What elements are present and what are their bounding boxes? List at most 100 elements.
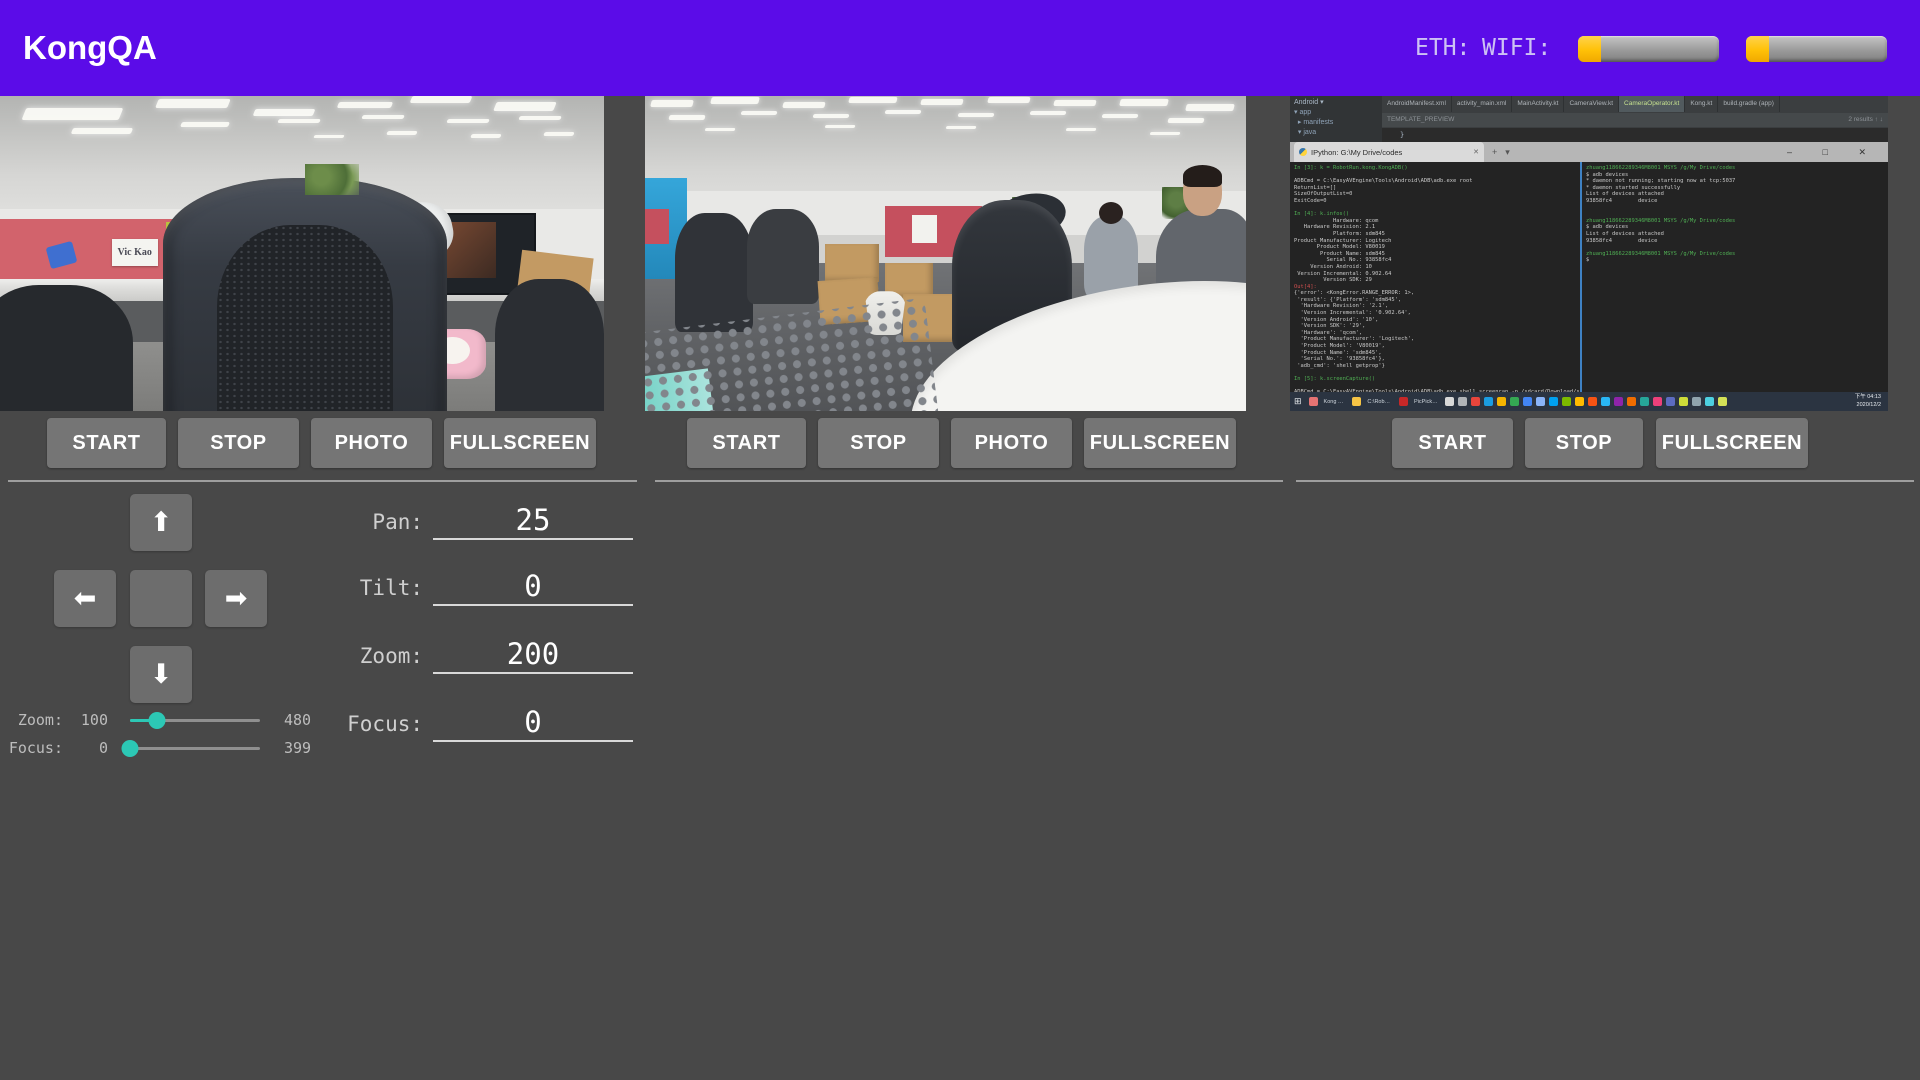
zoom-label: Zoom: xyxy=(250,638,423,674)
windows-taskbar: ⊞ Kong … C:\Rob… PicPick… xyxy=(1290,392,1888,411)
editor-tab: CameraOperator.kt xyxy=(1619,96,1685,112)
taskbar-icon xyxy=(1666,397,1675,406)
start-button[interactable]: START xyxy=(1392,418,1513,468)
photo-button[interactable]: PHOTO xyxy=(951,418,1072,468)
terminal-line: zhuang118662289346M8001 MSYS /g/My Drive… xyxy=(1586,218,1884,225)
console-line: Hardware: qcom xyxy=(1294,218,1576,225)
console-line: 'Version Incremental': '0.902.64', xyxy=(1294,310,1576,317)
ceiling-light xyxy=(543,132,575,136)
eth-level-fill xyxy=(1578,36,1601,62)
mesh-chair xyxy=(675,213,753,333)
project-tree-item: ▾ app xyxy=(1294,108,1382,118)
terminal-line: $ adb devices xyxy=(1586,172,1884,179)
console-line: Serial No.: 93858fc4 xyxy=(1294,257,1576,264)
taskbar-app-label: PicPick… xyxy=(1414,399,1438,405)
cardboard-box xyxy=(825,244,879,282)
terminal-line xyxy=(1586,211,1884,218)
console-line: Hardware Revision: 2.1 xyxy=(1294,224,1576,231)
taskbar-icon xyxy=(1692,397,1701,406)
editor-tab: activity_main.xml xyxy=(1452,96,1512,112)
ceiling-light xyxy=(945,126,976,129)
editor-tab: AndroidManifest.xml xyxy=(1382,96,1452,112)
terminal-line: $ adb devices xyxy=(1586,224,1884,231)
taskbar-app: PicPick… xyxy=(1397,392,1440,411)
console-line: 'Product Manufacturer': 'Logitech', xyxy=(1294,336,1576,343)
console-line: In [4]: k.infos() xyxy=(1294,211,1576,218)
taskbar-clock: 下午 04:13 2020/12/2 xyxy=(1855,394,1884,408)
ceiling-light xyxy=(849,97,898,103)
ceiling-light xyxy=(1029,111,1066,115)
project-tree-item: ▸ manifests xyxy=(1294,118,1382,128)
console-line: 'Version SDK': '29', xyxy=(1294,323,1576,330)
stop-button[interactable]: STOP xyxy=(1525,418,1643,468)
search-results: 2 results ↑ ↓ xyxy=(1848,113,1883,127)
start-button[interactable]: START xyxy=(47,418,166,468)
terminal-line: zhuang118662289346M8001 MSYS /g/My Drive… xyxy=(1586,251,1884,258)
taskbar-icon xyxy=(1562,397,1571,406)
stop-button[interactable]: STOP xyxy=(818,418,939,468)
taskbar-icon xyxy=(1614,397,1623,406)
tilt-label: Tilt: xyxy=(250,570,423,606)
editor-tab: build.gradle (app) xyxy=(1718,96,1780,112)
taskbar-icon xyxy=(1653,397,1662,406)
ceiling-light xyxy=(741,111,778,115)
ceiling-light xyxy=(825,125,856,128)
plant xyxy=(305,164,359,196)
android-studio-bar: Android ▾ ▾ app ▸ manifests ▾ java Andro… xyxy=(1290,96,1888,143)
ceiling-light xyxy=(446,119,490,123)
ceiling-light xyxy=(705,128,736,131)
console-line: 'Product Model': 'V80019', xyxy=(1294,343,1576,350)
console-line: Product Name: sdm845 xyxy=(1294,251,1576,258)
wifi-label: WIFI: xyxy=(1482,0,1551,96)
ipython-window-titlebar: IPython: G:\My Drive/codes ✕ + ▾ – □ ✕ xyxy=(1290,142,1888,162)
kongqa-app: KongQA ETH: WIFI: Vic Kao xyxy=(0,0,1920,1080)
pan-input[interactable]: 25 xyxy=(433,504,633,540)
focus-slider-track[interactable] xyxy=(130,747,260,750)
editor-tab: Kong.kt xyxy=(1685,96,1718,112)
ceiling-light xyxy=(783,102,826,108)
ceiling-light xyxy=(519,116,563,120)
tilt-input[interactable]: 0 xyxy=(433,570,633,606)
name-sign: Vic Kao xyxy=(112,239,158,266)
ceiling-light xyxy=(362,115,406,119)
photo-button[interactable]: PHOTO xyxy=(311,418,432,468)
zoom-input[interactable]: 200 xyxy=(433,638,633,674)
fullscreen-button[interactable]: FULLSCREEN xyxy=(1084,418,1236,468)
ceiling-light xyxy=(710,97,760,104)
console-line: 'result': {'Platform': 'sdm845', xyxy=(1294,297,1576,304)
start-button[interactable]: START xyxy=(687,418,806,468)
camera-1-feed: Vic Kao xyxy=(0,96,604,411)
stop-button[interactable]: STOP xyxy=(178,418,299,468)
ceiling-light xyxy=(337,102,394,108)
focus-slider-thumb[interactable] xyxy=(122,740,139,757)
editor-tabs: AndroidManifest.xmlactivity_main.xmlMain… xyxy=(1382,96,1888,112)
office-chair-left xyxy=(0,285,133,411)
taskbar-icon xyxy=(1471,397,1480,406)
ipython-console: In [3]: k = RobotRun.kong.KongADB() ADBC… xyxy=(1290,162,1580,392)
editor-tab: CameraView.kt xyxy=(1564,96,1619,112)
console-line: In [5]: k.screenCapture() xyxy=(1294,376,1576,383)
focus-input[interactable]: 0 xyxy=(433,706,633,742)
editor-line: } xyxy=(1382,128,1888,142)
console-line: 'Hardware': 'qcom', xyxy=(1294,330,1576,337)
fullscreen-button[interactable]: FULLSCREEN xyxy=(444,418,596,468)
ceiling-light xyxy=(957,113,994,117)
fullscreen-button[interactable]: FULLSCREEN xyxy=(1656,418,1808,468)
person-gray-head xyxy=(1099,202,1123,224)
console-area: In [3]: k = RobotRun.kong.KongADB() ADBC… xyxy=(1290,162,1888,392)
taskbar-app-icon xyxy=(1352,397,1361,406)
ceiling-light xyxy=(668,115,705,120)
taskbar-icon xyxy=(1640,397,1649,406)
ceiling-light xyxy=(470,134,502,138)
console-line: ExitCode=0 xyxy=(1294,198,1576,205)
ceiling-light xyxy=(22,108,123,120)
project-tree: ▾ app ▸ manifests ▾ java xyxy=(1294,108,1382,138)
ceiling-light xyxy=(386,131,418,135)
clock-date: 2020/12/2 xyxy=(1855,402,1881,409)
ceiling-light xyxy=(1149,132,1180,135)
console-line: SizeOfOutputList=0 xyxy=(1294,191,1576,198)
ceiling-light xyxy=(921,99,964,105)
ipython-tab: IPython: G:\My Drive/codes ✕ xyxy=(1294,142,1484,162)
ceiling-light xyxy=(1065,128,1096,131)
console-line: 'Serial No.': '93858fc4'}, xyxy=(1294,356,1576,363)
